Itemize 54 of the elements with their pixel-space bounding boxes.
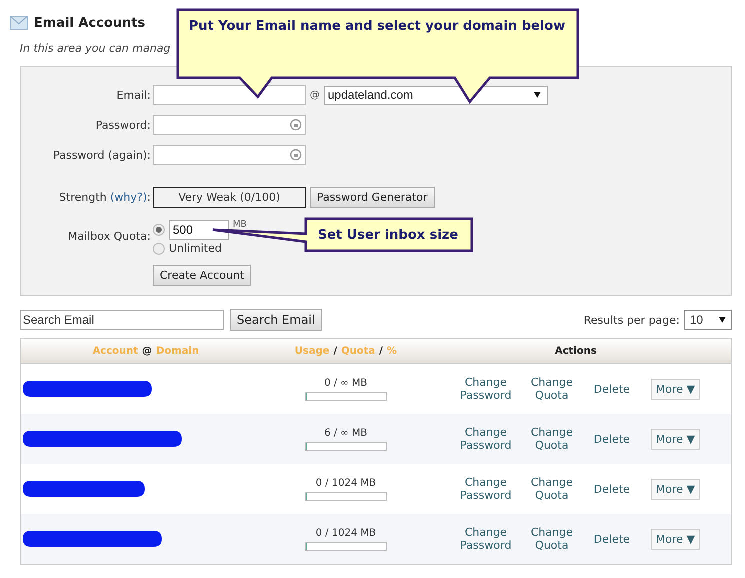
dropdown-arrow-icon — [534, 92, 541, 98]
action-link[interactable]: Change Quota — [527, 376, 577, 402]
action-link[interactable]: Delete — [592, 382, 632, 396]
header-text: / — [334, 346, 338, 356]
callout-text: Set User inbox size — [318, 228, 458, 243]
domain-select[interactable]: updateland.com — [324, 86, 548, 104]
page-description: In this area you can manag — [20, 42, 172, 56]
header-text: / — [379, 346, 384, 356]
dropdown-arrow-icon — [719, 317, 726, 323]
email-field[interactable] — [153, 85, 306, 105]
usage-text: 6 / ∞ MB — [324, 428, 368, 438]
usage-text: 0 / ∞ MB — [324, 378, 368, 388]
password-generator-button[interactable]: Password Generator — [310, 187, 435, 208]
action-link[interactable]: Change Password — [446, 426, 526, 452]
action-link[interactable]: Change Quota — [527, 526, 577, 552]
results-per-page-label: Results per page: — [584, 314, 680, 326]
action-link[interactable]: Change Quota — [527, 426, 577, 452]
action-link[interactable]: Delete — [592, 432, 632, 446]
radio-label: Unlimited — [169, 242, 222, 255]
field-label: Password: — [94, 118, 152, 132]
header-text: Actions — [555, 346, 597, 356]
at-sign: @ — [310, 90, 320, 100]
more-button[interactable]: More ▼ — [651, 428, 700, 450]
more-button[interactable]: More ▼ — [651, 528, 700, 550]
field-label: Mailbox Quota: — [67, 230, 152, 243]
action-link[interactable]: Delete — [592, 482, 632, 496]
field-label: Strength (why?): — [58, 191, 152, 204]
field-label: Password (again): — [52, 148, 152, 162]
action-link[interactable]: Change Password — [446, 376, 526, 402]
envelope-icon — [10, 16, 28, 30]
search-field[interactable]: Search Email — [20, 310, 224, 330]
usage-text: 0 / 1024 MB — [316, 478, 376, 488]
action-link[interactable]: Change Password — [446, 526, 526, 552]
usage-text: 0 / 1024 MB — [316, 528, 376, 538]
quota-field[interactable]: 500 — [169, 220, 229, 240]
radio-button[interactable] — [153, 242, 165, 254]
search-button[interactable]: Search Email — [230, 309, 322, 331]
password-field[interactable] — [153, 145, 306, 165]
callout-text: Put Your Email name and select your domain below — [189, 19, 566, 34]
action-link[interactable]: Delete — [592, 532, 632, 546]
more-button[interactable]: More ▼ — [651, 378, 700, 400]
header-text: @ — [142, 346, 152, 356]
why-link[interactable]: (why?) — [110, 191, 148, 204]
strength-meter: Very Weak (0/100) — [153, 187, 306, 208]
unit-label: MB — [233, 220, 247, 230]
field-label: Email: — [116, 88, 152, 102]
page-title: Email Accounts — [34, 16, 146, 30]
action-link[interactable]: Change Password — [446, 476, 526, 502]
per-page-select[interactable]: 10 — [684, 310, 732, 330]
password-field[interactable] — [153, 115, 306, 135]
create-account-button[interactable]: Create Account — [153, 265, 252, 286]
radio-button[interactable] — [153, 224, 165, 236]
action-link[interactable]: Change Quota — [527, 476, 577, 502]
more-button[interactable]: More ▼ — [651, 478, 700, 500]
